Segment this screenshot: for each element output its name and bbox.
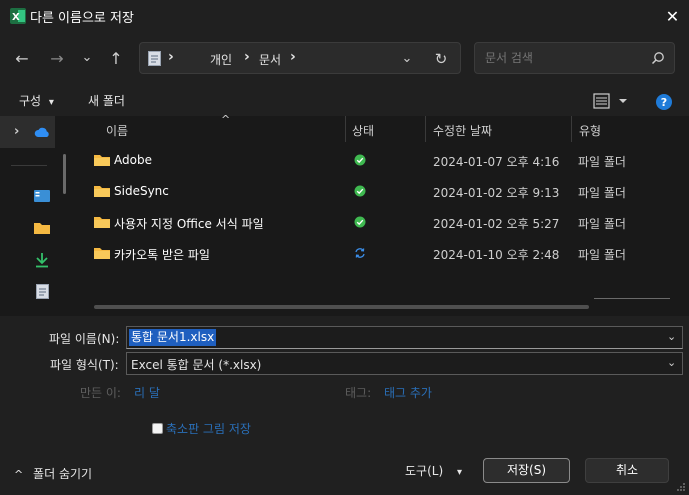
filetype-selected-value: Excel 통합 문서 (*.xlsx)	[131, 358, 262, 372]
folder-icon	[94, 246, 110, 259]
organize-label: 구성	[19, 94, 42, 108]
file-name: SideSync	[114, 184, 169, 198]
sync-complete-icon	[354, 185, 366, 197]
recent-locations-button[interactable]: ⌄	[74, 44, 100, 70]
file-type: 파일 폴더	[578, 248, 626, 262]
new-folder-button[interactable]: 새 폴더	[88, 92, 125, 109]
search-input[interactable]	[485, 51, 645, 65]
save-button[interactable]: 저장(S)	[483, 458, 570, 483]
nav-divider	[11, 165, 47, 166]
breadcrumb-separator: ›	[244, 49, 250, 65]
folder-icon	[94, 153, 110, 166]
tools-button[interactable]: 도구(L) ▾	[405, 462, 462, 479]
chevron-down-icon: ▾	[48, 97, 54, 108]
refresh-button[interactable]: ↻	[430, 48, 452, 70]
breadcrumb-separator: ›	[290, 49, 296, 65]
nav-folder-icon[interactable]	[34, 221, 50, 234]
file-name: Adobe	[114, 153, 152, 167]
close-button[interactable]: ✕	[656, 0, 689, 32]
resize-grip-icon[interactable]	[676, 482, 686, 492]
view-options-button[interactable]	[593, 90, 631, 112]
column-header-date[interactable]: 수정한 날짜	[433, 122, 492, 139]
scrollbar-track-end	[594, 298, 670, 299]
column-header-type[interactable]: 유형	[579, 122, 601, 139]
search-icon[interactable]	[649, 49, 667, 67]
file-list: ^ 이름 상태 수정한 날짜 유형 Adobe 2024-01-07 오후 4:1…	[80, 113, 689, 316]
thumbnail-label[interactable]: 축소판 그림 저장	[166, 420, 251, 437]
chevron-right-icon[interactable]: ›	[14, 124, 19, 139]
table-row[interactable]: SideSync 2024-01-02 오후 9:13 파일 폴더	[92, 176, 689, 207]
tools-label: 도구(L)	[405, 464, 444, 478]
file-date: 2024-01-10 오후 2:48	[433, 248, 560, 262]
chevron-down-icon[interactable]: ⌄	[667, 330, 676, 343]
svg-text:X: X	[12, 12, 20, 23]
sync-complete-icon	[354, 154, 366, 166]
chevron-up-icon: ^	[14, 468, 24, 481]
search-box[interactable]	[474, 42, 675, 74]
nav-desktop-icon[interactable]	[34, 189, 50, 203]
hide-folders-button[interactable]: ^ 폴더 숨기기	[14, 465, 92, 482]
documents-icon	[148, 51, 161, 66]
address-dropdown-button[interactable]: ⌄	[398, 49, 416, 67]
breadcrumb-personal[interactable]: 개인	[210, 51, 232, 68]
up-button[interactable]: ↑	[103, 45, 129, 71]
nav-scrollbar[interactable]	[63, 154, 66, 194]
chevron-down-icon[interactable]: ⌄	[667, 356, 676, 369]
navigation-pane: ›	[0, 116, 78, 316]
filename-label: 파일 이름(N):	[49, 332, 120, 346]
breadcrumb-separator: ›	[168, 49, 174, 65]
folder-icon	[94, 184, 110, 197]
title-bar: X 다른 이름으로 저장 ✕	[0, 0, 689, 32]
nav-documents-icon[interactable]	[36, 284, 49, 299]
nav-downloads-icon[interactable]	[35, 252, 49, 268]
horizontal-scrollbar[interactable]	[94, 305, 589, 309]
forward-button[interactable]: →	[44, 45, 70, 71]
nav-item-onedrive[interactable]: ›	[0, 116, 55, 148]
back-button[interactable]: ←	[9, 45, 35, 71]
breadcrumb-hidden-segment[interactable]	[182, 51, 212, 65]
file-date: 2024-01-02 오후 5:27	[433, 217, 560, 231]
command-bar: 구성 ▾ 새 폴더 ?	[0, 86, 689, 116]
author-label: 만든 이:	[80, 386, 121, 400]
address-bar[interactable]: › 개인 › 문서 › ⌄ ↻	[139, 42, 461, 74]
column-header-name[interactable]: 이름	[106, 122, 128, 139]
save-options-panel: 파일 이름(N): 통합 문서1.xlsx ⌄ 파일 형식(T): Excel …	[0, 316, 689, 495]
column-separator[interactable]	[345, 116, 346, 142]
help-button[interactable]: ?	[656, 94, 672, 110]
file-type: 파일 폴더	[578, 217, 626, 231]
file-type: 파일 폴더	[578, 155, 626, 169]
file-name: 사용자 지정 Office 서식 파일	[114, 217, 264, 231]
table-row[interactable]: 카카오톡 받은 파일 2024-01-10 오후 2:48 파일 폴더	[92, 238, 689, 269]
filename-input-value[interactable]: 통합 문서1.xlsx	[129, 329, 217, 346]
column-separator[interactable]	[571, 116, 572, 142]
excel-icon: X	[10, 8, 26, 24]
table-row[interactable]: 사용자 지정 Office 서식 파일 2024-01-02 오후 5:27 파일 …	[92, 207, 689, 238]
file-name: 카카오톡 받은 파일	[114, 248, 210, 262]
sync-complete-icon	[354, 216, 366, 228]
cancel-button[interactable]: 취소	[585, 458, 669, 483]
file-date: 2024-01-07 오후 4:16	[433, 155, 560, 169]
content-area: › ^ 이름 상태 수정한 날짜 유형 Adobe 2024-01-07 오후 4…	[0, 113, 689, 316]
sort-arrow-icon: ^	[221, 113, 231, 126]
filetype-label: 파일 형식(T):	[50, 358, 119, 372]
window-title: 다른 이름으로 저장	[30, 11, 134, 26]
tags-label: 태그:	[345, 386, 372, 400]
thumbnail-checkbox[interactable]	[152, 423, 163, 434]
file-type: 파일 폴더	[578, 186, 626, 200]
hide-folders-label: 폴더 숨기기	[33, 467, 93, 481]
chevron-down-icon: ▾	[456, 467, 462, 478]
organize-button[interactable]: 구성 ▾	[19, 92, 54, 109]
column-header-status[interactable]: 상태	[352, 122, 374, 139]
breadcrumb-documents[interactable]: 문서	[259, 51, 281, 68]
onedrive-cloud-icon	[34, 127, 51, 138]
filetype-select[interactable]: Excel 통합 문서 (*.xlsx) ⌄	[126, 352, 683, 375]
column-separator[interactable]	[425, 116, 426, 142]
author-value[interactable]: 리 달	[134, 384, 160, 401]
sync-pending-icon	[354, 247, 366, 259]
file-date: 2024-01-02 오후 9:13	[433, 186, 560, 200]
filename-field[interactable]: 통합 문서1.xlsx ⌄	[126, 326, 683, 349]
table-row[interactable]: Adobe 2024-01-07 오후 4:16 파일 폴더	[92, 145, 689, 176]
folder-icon	[94, 215, 110, 228]
tags-add-link[interactable]: 태그 추가	[384, 384, 432, 401]
